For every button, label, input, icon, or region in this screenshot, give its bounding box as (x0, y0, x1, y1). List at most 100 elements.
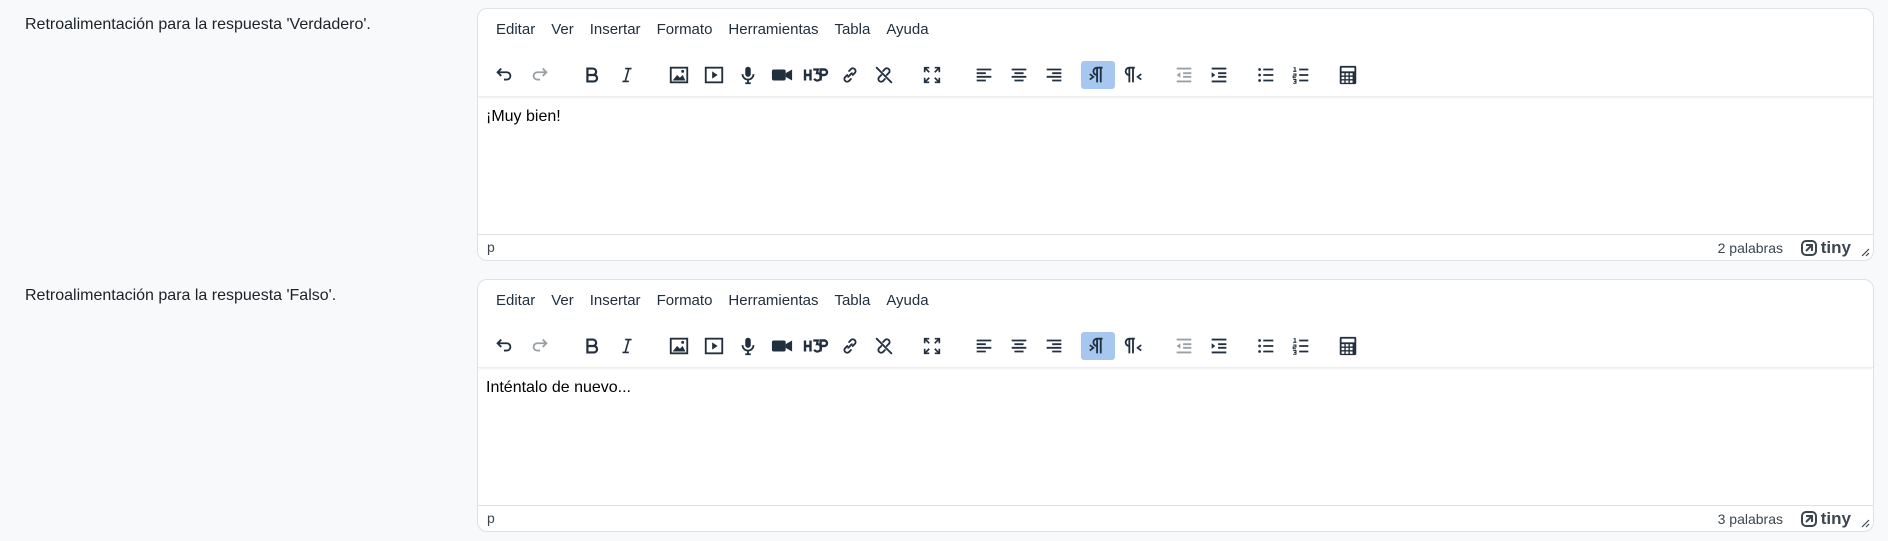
toolbar (478, 320, 1873, 368)
menubar: Editar Ver Insertar Formato Herramientas… (478, 280, 1873, 320)
align-center-button[interactable] (1002, 332, 1036, 360)
editor-content[interactable]: ¡Muy bien! (486, 108, 561, 126)
indent-icon (1211, 338, 1227, 354)
redo-button[interactable] (523, 332, 557, 360)
rtl-button[interactable] (1116, 61, 1150, 89)
menu-tools[interactable]: Herramientas (720, 288, 826, 313)
bold-button[interactable] (575, 332, 609, 360)
link-button[interactable] (833, 332, 867, 360)
video-camera-icon (771, 340, 793, 352)
outdent-icon (1176, 338, 1192, 354)
record-video-button[interactable] (765, 332, 799, 360)
unlink-icon (875, 66, 893, 84)
image-button[interactable] (662, 61, 696, 89)
menu-view[interactable]: Ver (543, 17, 582, 42)
link-icon (843, 338, 857, 354)
unlink-button[interactable] (867, 332, 901, 360)
align-center-icon (1011, 339, 1027, 353)
tiny-logo-icon (1800, 240, 1817, 256)
calculator-button[interactable] (1331, 332, 1365, 360)
menu-table[interactable]: Tabla (826, 288, 878, 313)
statusbar: p 2 palabras tiny (478, 234, 1873, 260)
bold-icon (586, 67, 599, 83)
media-button[interactable] (697, 61, 731, 89)
undo-button[interactable] (487, 332, 521, 360)
align-right-button[interactable] (1037, 332, 1071, 360)
indent-button[interactable] (1202, 332, 1236, 360)
element-path[interactable]: p (487, 510, 495, 526)
align-right-button[interactable] (1037, 61, 1071, 89)
h5p-icon (803, 339, 829, 353)
fullscreen-icon (923, 66, 941, 84)
align-right-icon (1046, 339, 1062, 353)
outdent-button[interactable] (1167, 332, 1201, 360)
bullet-list-icon (1258, 68, 1274, 82)
field-label: Retroalimentación para la respuesta 'Fal… (25, 287, 337, 304)
tiny-brand-link[interactable]: tiny (1800, 238, 1851, 258)
media-icon (704, 66, 724, 84)
align-left-button[interactable] (967, 61, 1001, 89)
bullet-list-button[interactable] (1249, 332, 1283, 360)
h5p-button[interactable] (799, 332, 833, 360)
record-audio-button[interactable] (731, 61, 765, 89)
numbered-list-button[interactable] (1284, 332, 1318, 360)
calculator-button[interactable] (1331, 61, 1365, 89)
word-count[interactable]: 2 palabras (1718, 240, 1783, 256)
record-video-button[interactable] (765, 61, 799, 89)
italic-button[interactable] (610, 61, 644, 89)
outdent-button[interactable] (1167, 61, 1201, 89)
resize-handle-icon[interactable] (1860, 518, 1870, 528)
tiny-brand-link[interactable]: tiny (1800, 509, 1851, 529)
align-center-button[interactable] (1002, 61, 1036, 89)
fullscreen-button[interactable] (915, 61, 949, 89)
media-icon (704, 337, 724, 355)
align-left-button[interactable] (967, 332, 1001, 360)
bold-button[interactable] (575, 61, 609, 89)
align-center-icon (1011, 68, 1027, 82)
editor-content[interactable]: Inténtalo de nuevo... (486, 379, 631, 397)
menu-insert[interactable]: Insertar (582, 288, 649, 313)
menu-edit[interactable]: Editar (488, 288, 543, 313)
h5p-button[interactable] (799, 61, 833, 89)
align-left-icon (976, 68, 992, 82)
image-icon (669, 337, 689, 355)
image-button[interactable] (662, 332, 696, 360)
undo-button[interactable] (487, 61, 521, 89)
word-count[interactable]: 3 palabras (1718, 511, 1783, 527)
media-button[interactable] (697, 332, 731, 360)
italic-button[interactable] (610, 332, 644, 360)
numbered-list-button[interactable] (1284, 61, 1318, 89)
indent-icon (1211, 67, 1227, 83)
italic-icon (622, 67, 632, 83)
menu-table[interactable]: Tabla (826, 17, 878, 42)
menu-tools[interactable]: Herramientas (720, 17, 826, 42)
indent-button[interactable] (1202, 61, 1236, 89)
ltr-button[interactable] (1081, 332, 1115, 360)
element-path[interactable]: p (487, 239, 495, 255)
menu-format[interactable]: Formato (649, 288, 721, 313)
rtl-button[interactable] (1116, 332, 1150, 360)
unlink-button[interactable] (867, 61, 901, 89)
record-audio-button[interactable] (731, 332, 765, 360)
menu-view[interactable]: Ver (543, 288, 582, 313)
link-button[interactable] (833, 61, 867, 89)
menubar: Editar Ver Insertar Formato Herramientas… (478, 9, 1873, 49)
bullet-list-button[interactable] (1249, 61, 1283, 89)
calculator-icon (1339, 65, 1357, 85)
tiny-logo-icon (1800, 511, 1817, 527)
menu-edit[interactable]: Editar (488, 17, 543, 42)
menu-help[interactable]: Ayuda (878, 17, 936, 42)
resize-handle-icon[interactable] (1860, 247, 1870, 257)
ltr-button[interactable] (1081, 61, 1115, 89)
menu-help[interactable]: Ayuda (878, 288, 936, 313)
rtl-icon (1124, 337, 1142, 354)
calculator-icon (1339, 336, 1357, 356)
menu-insert[interactable]: Insertar (582, 17, 649, 42)
rich-text-editor: Editar Ver Insertar Formato Herramientas… (477, 279, 1874, 532)
microphone-icon (741, 66, 755, 85)
menu-format[interactable]: Formato (649, 17, 721, 42)
fullscreen-button[interactable] (915, 332, 949, 360)
bullet-list-icon (1258, 339, 1274, 353)
italic-icon (622, 338, 632, 354)
redo-button[interactable] (523, 61, 557, 89)
